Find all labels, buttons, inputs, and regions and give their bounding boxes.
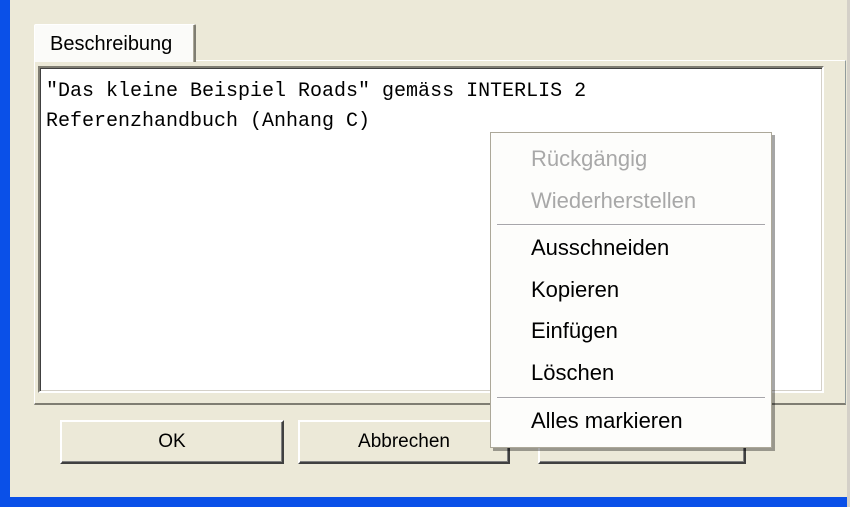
menu-separator xyxy=(497,224,765,226)
menu-separator xyxy=(497,397,765,399)
menu-item-redo[interactable]: Wiederherstellen xyxy=(491,181,771,221)
menu-item-copy[interactable]: Kopieren xyxy=(491,270,771,310)
menu-item-cut[interactable]: Ausschneiden xyxy=(491,228,771,268)
dialog-window: Beschreibung "Das kleine Beispiel Roads"… xyxy=(0,0,850,507)
ok-button[interactable]: OK xyxy=(60,420,284,464)
menu-item-undo[interactable]: Rückgängig xyxy=(491,139,771,179)
menu-item-paste[interactable]: Einfügen xyxy=(491,311,771,351)
window-frame-bottom xyxy=(0,497,850,507)
window-frame-left xyxy=(0,0,10,507)
menu-item-select-all[interactable]: Alles markieren xyxy=(491,401,771,441)
description-line: "Das kleine Beispiel Roads" gemäss INTER… xyxy=(46,80,587,103)
menu-item-delete[interactable]: Löschen xyxy=(491,353,771,393)
tab-label: Beschreibung xyxy=(50,33,173,55)
context-menu: Rückgängig Wiederherstellen Ausschneiden… xyxy=(490,132,772,448)
tab-beschreibung[interactable]: Beschreibung xyxy=(34,24,196,62)
cancel-button[interactable]: Abbrechen xyxy=(298,420,510,464)
